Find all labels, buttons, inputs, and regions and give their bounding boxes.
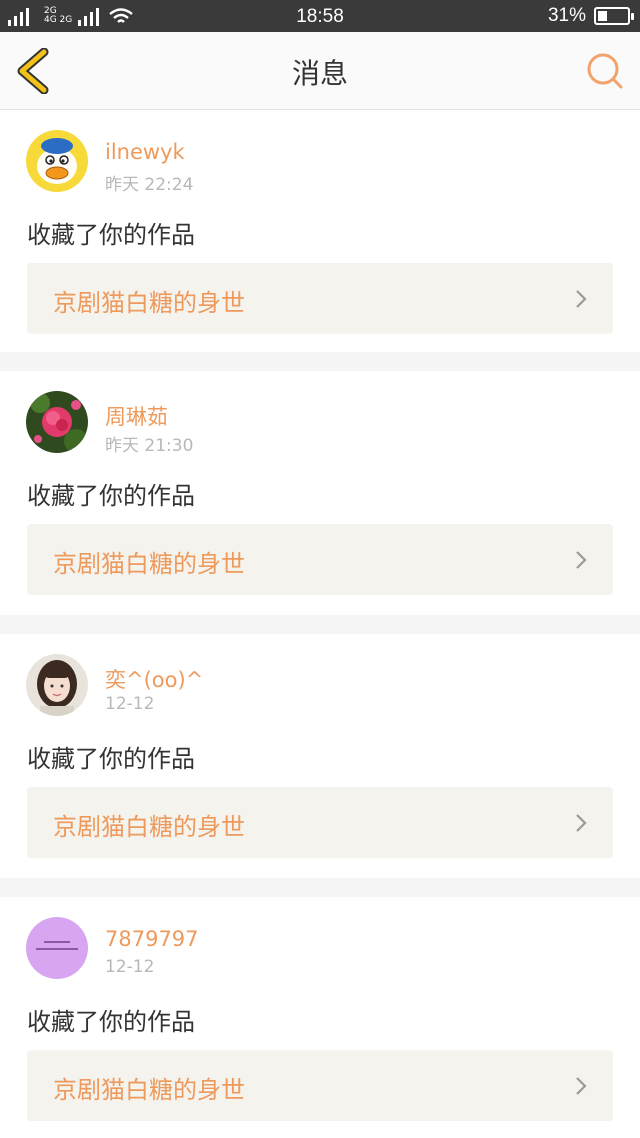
message-time: 昨天 22:24	[105, 175, 194, 195]
message-card: 周琳茹 昨天 21:30 收藏了你的作品 京剧猫白糖的身世	[0, 371, 640, 615]
work-link[interactable]: 京剧猫白糖的身世	[27, 787, 613, 858]
battery-percent: 31%	[547, 5, 586, 26]
action-text: 收藏了你的作品	[27, 221, 195, 249]
work-link[interactable]: 京剧猫白糖的身世	[27, 524, 613, 595]
clock: 18:58	[296, 6, 344, 27]
duck-avatar[interactable]	[26, 130, 88, 192]
search-icon[interactable]	[586, 52, 624, 90]
battery-indicator: 31%	[547, 5, 634, 27]
work-link[interactable]: 京剧猫白糖的身世	[27, 1050, 613, 1121]
work-title: 京剧猫白糖的身世	[53, 1076, 245, 1104]
message-time: 昨天 21:30	[105, 436, 194, 456]
chevron-right-icon	[576, 551, 587, 569]
flower-avatar[interactable]	[26, 391, 88, 453]
username[interactable]: 奕^(oo)^	[105, 664, 203, 694]
message-card: ilnewyk 昨天 22:24 收藏了你的作品 京剧猫白糖的身世	[0, 110, 640, 352]
girl-avatar[interactable]	[26, 654, 88, 716]
status-bar: 2G 4G 2G 18:58 31%	[0, 0, 640, 32]
chevron-right-icon	[576, 290, 587, 308]
chevron-right-icon	[576, 1077, 587, 1095]
page-title: 消息	[291, 57, 348, 90]
message-list: ilnewyk 昨天 22:24 收藏了你的作品 京剧猫白糖的身世 周琳茹 昨天…	[0, 110, 640, 1138]
work-title: 京剧猫白糖的身世	[53, 550, 245, 578]
message-card: 奕^(oo)^ 12-12 收藏了你的作品 京剧猫白糖的身世	[0, 634, 640, 878]
message-time: 12-12	[105, 694, 155, 714]
username[interactable]: 周琳茹	[105, 401, 168, 431]
message-time: 12-12	[105, 957, 155, 977]
battery-icon	[594, 7, 634, 25]
username[interactable]: ilnewyk	[105, 140, 185, 164]
action-text: 收藏了你的作品	[27, 482, 195, 510]
purple-avatar[interactable]	[26, 917, 88, 979]
work-title: 京剧猫白糖的身世	[53, 289, 245, 317]
battery-level	[598, 11, 607, 21]
chevron-right-icon	[576, 814, 587, 832]
work-link[interactable]: 京剧猫白糖的身世	[27, 263, 613, 334]
work-title: 京剧猫白糖的身世	[53, 813, 245, 841]
username[interactable]: 7879797	[105, 927, 199, 951]
message-card: 7879797 12-12 收藏了你的作品 京剧猫白糖的身世	[0, 897, 640, 1138]
header-bar: 消息	[0, 32, 640, 110]
action-text: 收藏了你的作品	[27, 745, 195, 773]
action-text: 收藏了你的作品	[27, 1008, 195, 1036]
